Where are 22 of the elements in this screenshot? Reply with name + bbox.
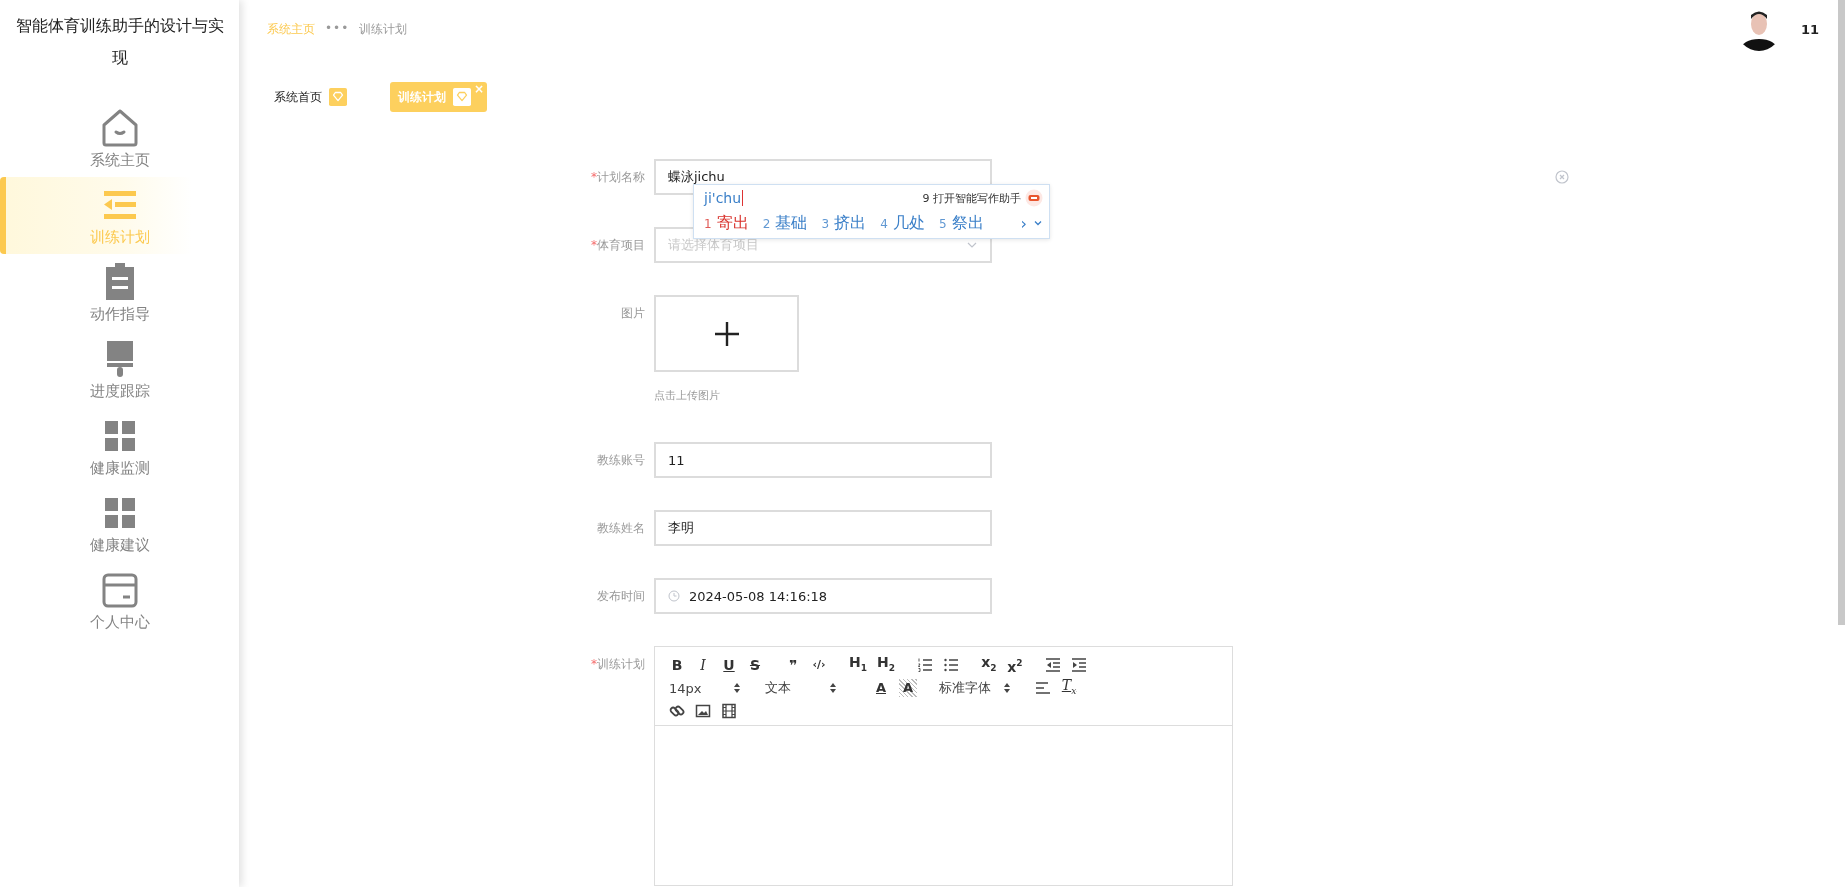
- nav-label: 个人中心: [89, 612, 150, 632]
- upload-hint: 点击上传图片: [654, 388, 721, 403]
- user-name: 11: [1800, 21, 1819, 37]
- nav-label: 健康建议: [89, 535, 150, 555]
- nav-label: 系统主页: [89, 150, 150, 170]
- nav-label: 训练计划: [89, 227, 150, 247]
- field-label: 图片: [620, 305, 646, 322]
- field-label: 教练账号: [596, 452, 646, 469]
- tab-label: 系统首页: [274, 88, 322, 106]
- breadcrumb-current: 训练计划: [359, 20, 408, 38]
- field-label: *体育项目: [590, 237, 646, 254]
- breadcrumb-separator: •••: [325, 20, 350, 37]
- field-label: *计划名称: [590, 169, 646, 186]
- nav-label: 进度跟踪: [89, 381, 150, 401]
- field-label: 教练姓名: [596, 520, 646, 537]
- field-label: *训练计划: [590, 656, 646, 673]
- nav-label: 健康监测: [89, 458, 150, 478]
- field-label: 发布时间: [596, 588, 646, 605]
- tab-label: 训练计划: [398, 88, 446, 106]
- app-title: 智能体育训练助手的设计与实现: [14, 15, 225, 69]
- ime-composition: ji'chu: [704, 190, 744, 206]
- nav-label: 动作指导: [89, 304, 150, 324]
